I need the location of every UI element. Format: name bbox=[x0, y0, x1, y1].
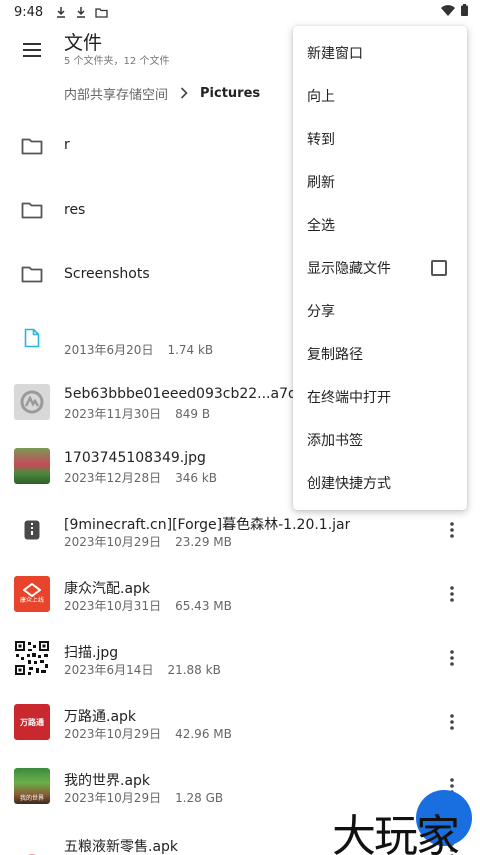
menu-item-label: 显示隐藏文件 bbox=[307, 261, 391, 277]
page-title: 文件 bbox=[64, 32, 103, 54]
file-date: 2023年11月30日 bbox=[64, 407, 162, 421]
image-thumbnail bbox=[14, 384, 50, 420]
menu-item-label: 创建快捷方式 bbox=[307, 476, 391, 492]
file-name: 康众汽配.apk bbox=[64, 581, 151, 597]
image-thumbnail bbox=[14, 448, 50, 484]
menu-item-show-hidden[interactable]: 显示隐藏文件 bbox=[293, 247, 467, 289]
breadcrumb-root[interactable]: 内部共享存储空间 bbox=[64, 84, 168, 103]
file-size: 21.88 kB bbox=[167, 663, 221, 677]
file-size: 42.96 MB bbox=[175, 727, 232, 741]
menu-item-go-to[interactable]: 转到 bbox=[293, 118, 467, 160]
menu-item-label: 复制路径 bbox=[307, 347, 363, 363]
file-name: 5eb63bbbe01eeed093cb22...a7d932 bbox=[64, 386, 324, 402]
menu-item-new-window[interactable]: 新建窗口 bbox=[293, 32, 467, 74]
file-meta: 2023年10月29日 1.28 GB bbox=[64, 789, 223, 806]
qr-code-thumbnail bbox=[14, 640, 50, 676]
file-name: 1703745108349.jpg bbox=[64, 450, 206, 466]
list-item[interactable]: 康众上线 康众汽配.apk 2023年10月31日 65.43 MB bbox=[0, 562, 480, 626]
menu-item-up[interactable]: 向上 bbox=[293, 75, 467, 117]
hamburger-menu-icon[interactable] bbox=[16, 34, 48, 66]
folder-icon bbox=[14, 192, 50, 228]
app-icon: 康众上线 bbox=[14, 576, 50, 612]
menu-item-create-shortcut[interactable]: 创建快捷方式 bbox=[293, 462, 467, 504]
more-options-icon[interactable] bbox=[440, 518, 464, 542]
file-size: 65.43 MB bbox=[175, 599, 232, 613]
menu-item-label: 转到 bbox=[307, 132, 335, 148]
file-meta: 2023年10月29日 23.29 MB bbox=[64, 533, 232, 550]
file-size: 1.28 GB bbox=[175, 791, 224, 805]
file-date: 2013年6月20日 bbox=[64, 343, 154, 357]
app-icon bbox=[14, 832, 50, 855]
folder-icon bbox=[14, 256, 50, 292]
file-date: 2023年10月29日 bbox=[64, 791, 162, 805]
more-options-icon[interactable] bbox=[440, 582, 464, 606]
file-size: 1.74 kB bbox=[167, 343, 214, 357]
menu-item-label: 全选 bbox=[307, 218, 335, 234]
file-size: 346 kB bbox=[175, 471, 217, 485]
file-name: [9minecraft.cn][Forge]暮色森林-1.20.1.jar bbox=[64, 517, 351, 533]
file-name: 万路通.apk bbox=[64, 709, 137, 725]
file-meta: 2013年6月20日 1.74 kB bbox=[64, 341, 213, 358]
menu-item-label: 在终端中打开 bbox=[307, 390, 391, 406]
breadcrumb: 内部共享存储空间 Pictures bbox=[64, 84, 260, 103]
menu-item-label: 向上 bbox=[307, 89, 335, 105]
breadcrumb-current[interactable]: Pictures bbox=[200, 86, 260, 101]
file-meta: 2023年6月14日 21.88 kB bbox=[64, 661, 221, 678]
folder-icon bbox=[14, 128, 50, 164]
folder-icon bbox=[95, 7, 108, 18]
file-name: Screenshots bbox=[64, 266, 150, 282]
file-name: 我的世界.apk bbox=[64, 773, 151, 789]
file-date: 2023年10月29日 bbox=[64, 727, 162, 741]
menu-item-refresh[interactable]: 刷新 bbox=[293, 161, 467, 203]
file-name: 扫描.jpg bbox=[64, 645, 119, 661]
file-date: 2023年10月31日 bbox=[64, 599, 162, 613]
list-item[interactable]: 扫描.jpg 2023年6月14日 21.88 kB bbox=[0, 626, 480, 690]
file-date: 2023年10月29日 bbox=[64, 535, 162, 549]
menu-item-open-terminal[interactable]: 在终端中打开 bbox=[293, 376, 467, 418]
watermark-text: 大玩家 bbox=[332, 811, 460, 855]
more-options-icon[interactable] bbox=[440, 710, 464, 734]
menu-item-add-bookmark[interactable]: 添加书签 bbox=[293, 419, 467, 461]
page-subtitle: 5 个文件夹，12 个文件 bbox=[64, 56, 170, 67]
show-hidden-checkbox[interactable] bbox=[431, 260, 447, 276]
overflow-menu: 新建窗口 向上 转到 刷新 全选 显示隐藏文件 分享 复制路径 在终端中打开 添… bbox=[293, 26, 467, 510]
menu-item-select-all[interactable]: 全选 bbox=[293, 204, 467, 246]
file-meta: 2023年10月29日 42.96 MB bbox=[64, 725, 232, 742]
menu-item-label: 刷新 bbox=[307, 175, 335, 191]
status-time: 9:48 bbox=[14, 4, 44, 20]
more-options-icon[interactable] bbox=[440, 646, 464, 670]
file-date: 2023年6月14日 bbox=[64, 663, 154, 677]
menu-item-label: 新建窗口 bbox=[307, 46, 363, 62]
archive-icon bbox=[14, 512, 50, 548]
app-icon: 我的世界 bbox=[14, 768, 50, 804]
file-meta: 2023年10月31日 65.43 MB bbox=[64, 597, 232, 614]
file-meta: 2023年11月30日 849 B bbox=[64, 405, 210, 422]
file-meta: 2023年12月28日 346 kB bbox=[64, 469, 217, 486]
download-icon bbox=[55, 6, 67, 18]
menu-item-label: 添加书签 bbox=[307, 433, 363, 449]
chevron-right-icon bbox=[180, 87, 188, 99]
app-icon-label: 万路通 bbox=[20, 717, 44, 727]
menu-item-copy-path[interactable]: 复制路径 bbox=[293, 333, 467, 375]
app-icon-label: 康众上线 bbox=[19, 597, 44, 604]
file-name: res bbox=[64, 202, 86, 218]
wifi-icon bbox=[441, 4, 455, 20]
file-size: 849 B bbox=[175, 407, 211, 421]
file-name: r bbox=[64, 137, 70, 153]
menu-item-label: 分享 bbox=[307, 304, 335, 320]
download-icon bbox=[75, 6, 87, 18]
list-item[interactable]: 万路通 万路通.apk 2023年10月29日 42.96 MB bbox=[0, 690, 480, 754]
document-icon bbox=[14, 320, 50, 356]
file-date: 2023年12月28日 bbox=[64, 471, 162, 485]
app-icon: 万路通 bbox=[14, 704, 50, 740]
battery-icon bbox=[461, 4, 468, 20]
app-icon-label: 我的世界 bbox=[19, 795, 44, 802]
menu-item-share[interactable]: 分享 bbox=[293, 290, 467, 332]
file-name: 五粮液新零售.apk bbox=[64, 839, 179, 855]
status-bar: 9:48 bbox=[0, 0, 480, 24]
file-size: 23.29 MB bbox=[175, 535, 232, 549]
